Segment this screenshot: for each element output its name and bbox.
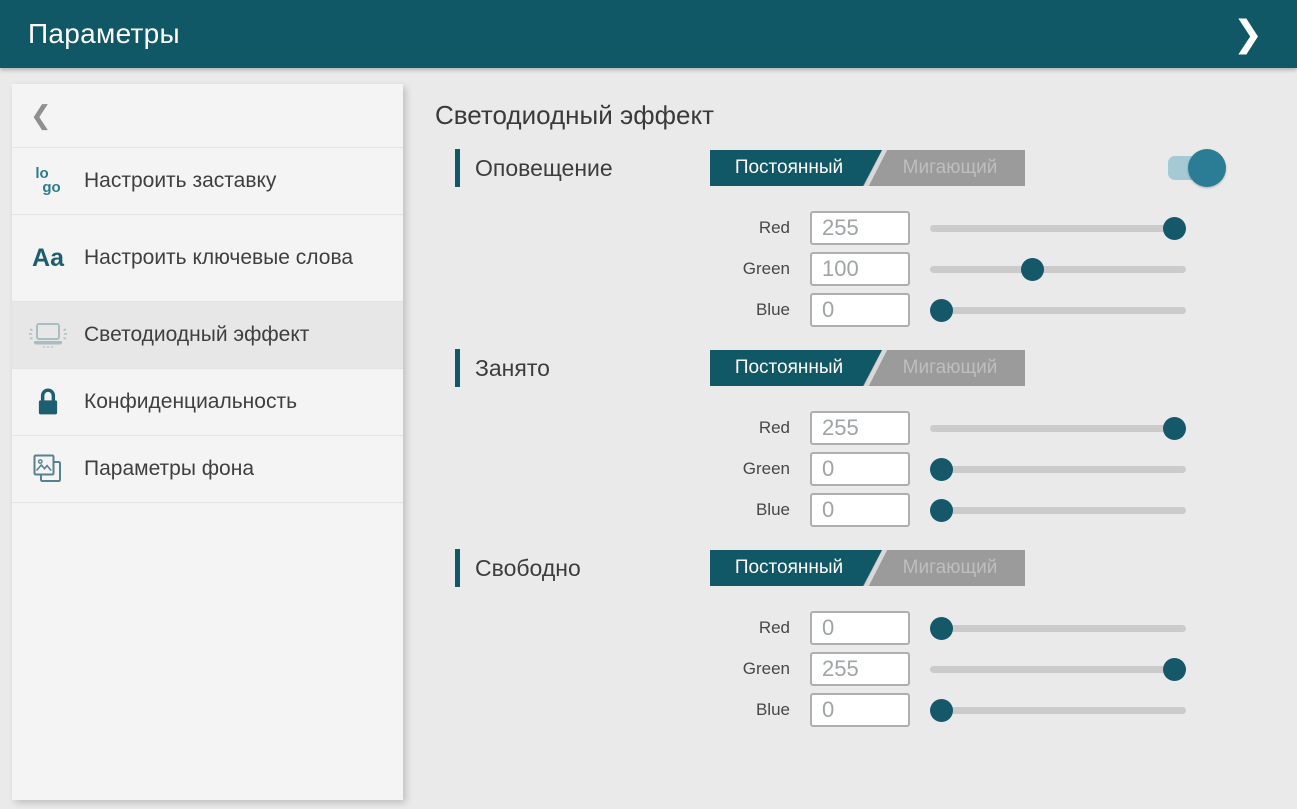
sidebar-item-label: Конфиденциальность — [84, 389, 311, 415]
slider-track — [930, 266, 1186, 273]
sidebar-item-label: Настроить заставку — [84, 168, 290, 194]
busy-green-input[interactable] — [810, 452, 910, 486]
section-accent-bar — [455, 149, 460, 187]
sidebar-item-label: Настроить ключевые слова — [84, 245, 367, 271]
red-label: Red — [435, 418, 810, 438]
slider-thumb[interactable] — [1163, 417, 1186, 440]
section-label: Занято — [475, 355, 550, 382]
alert-green-input[interactable] — [810, 252, 910, 286]
slider-thumb[interactable] — [930, 299, 953, 322]
sidebar-item-privacy[interactable]: Конфиденциальность — [12, 369, 403, 436]
alert-blue-slider[interactable] — [930, 289, 1186, 330]
free-mode-segmented-control: Мигающий Постоянный — [710, 550, 1025, 586]
logo-icon: logo — [12, 167, 84, 196]
free-blue-row: Blue — [435, 689, 1297, 730]
section-alert: Оповещение Мигающий Постоянный Red — [435, 148, 1297, 330]
switch-thumb — [1188, 149, 1226, 187]
sidebar-item-keywords[interactable]: Aa Настроить ключевые слова — [12, 215, 403, 302]
busy-blue-slider[interactable] — [930, 489, 1186, 530]
section-label: Свободно — [475, 555, 581, 582]
sidebar-item-background[interactable]: Параметры фона — [12, 436, 403, 503]
alert-blue-row: Blue — [435, 289, 1297, 330]
busy-red-input[interactable] — [810, 411, 910, 445]
busy-red-row: Red — [435, 407, 1297, 448]
sidebar-item-led-effect[interactable]: Светодиодный эффект — [12, 302, 403, 369]
alert-red-slider[interactable] — [930, 207, 1186, 248]
slider-thumb[interactable] — [930, 458, 953, 481]
free-red-slider[interactable] — [930, 607, 1186, 648]
slider-track — [930, 707, 1186, 714]
slider-thumb[interactable] — [930, 699, 953, 722]
blue-label: Blue — [435, 500, 810, 520]
section-accent-bar — [455, 549, 460, 587]
sidebar-item-label: Параметры фона — [84, 456, 268, 482]
busy-green-slider[interactable] — [930, 448, 1186, 489]
sidebar-item-label: Светодиодный эффект — [84, 322, 323, 348]
alert-mode-blinking-button[interactable]: Мигающий — [875, 150, 1025, 186]
green-label: Green — [435, 659, 810, 679]
alert-red-input[interactable] — [810, 211, 910, 245]
alert-mode-segmented-control: Мигающий Постоянный — [710, 150, 1025, 186]
busy-blue-input[interactable] — [810, 493, 910, 527]
busy-mode-constant-button[interactable]: Постоянный — [710, 350, 882, 386]
slider-track — [930, 466, 1186, 473]
page-title: Параметры — [28, 18, 180, 50]
slider-thumb[interactable] — [1021, 258, 1044, 281]
busy-blue-row: Blue — [435, 489, 1297, 530]
busy-green-row: Green — [435, 448, 1297, 489]
forward-chevron-icon[interactable]: ❯ — [1227, 0, 1269, 68]
alert-green-slider[interactable] — [930, 248, 1186, 289]
main-content: Светодиодный эффект Оповещение Мигающий … — [435, 84, 1297, 748]
alert-green-row: Green — [435, 248, 1297, 289]
slider-thumb[interactable] — [1163, 658, 1186, 681]
slider-track — [930, 666, 1186, 673]
section-accent-bar — [455, 349, 460, 387]
content-title: Светодиодный эффект — [435, 100, 1297, 131]
green-label: Green — [435, 459, 810, 479]
sidebar-item-splash-screen[interactable]: logo Настроить заставку — [12, 148, 403, 215]
lock-icon — [12, 387, 84, 417]
slider-track — [930, 425, 1186, 432]
free-mode-blinking-button[interactable]: Мигающий — [875, 550, 1025, 586]
busy-mode-segmented-control: Мигающий Постоянный — [710, 350, 1025, 386]
images-icon — [12, 453, 84, 485]
free-mode-constant-button[interactable]: Постоянный — [710, 550, 882, 586]
red-label: Red — [435, 618, 810, 638]
alert-mode-constant-button[interactable]: Постоянный — [710, 150, 882, 186]
free-green-row: Green — [435, 648, 1297, 689]
free-red-row: Red — [435, 607, 1297, 648]
alert-red-row: Red — [435, 207, 1297, 248]
blue-label: Blue — [435, 300, 810, 320]
slider-track — [930, 225, 1186, 232]
slider-thumb[interactable] — [930, 617, 953, 640]
sidebar-back-button[interactable]: ❮ — [12, 84, 403, 148]
busy-red-slider[interactable] — [930, 407, 1186, 448]
alert-enable-switch[interactable] — [1168, 156, 1214, 180]
busy-mode-blinking-button[interactable]: Мигающий — [875, 350, 1025, 386]
free-blue-input[interactable] — [810, 693, 910, 727]
app-header: Параметры ❯ — [0, 0, 1297, 68]
free-green-slider[interactable] — [930, 648, 1186, 689]
section-busy: Занято Мигающий Постоянный Red Green — [435, 348, 1297, 530]
monitor-icon — [12, 320, 84, 350]
slider-track — [930, 307, 1186, 314]
slider-track — [930, 507, 1186, 514]
back-chevron-icon: ❮ — [30, 100, 52, 131]
free-blue-slider[interactable] — [930, 689, 1186, 730]
sidebar: ❮ logo Настроить заставку Aa Настроить к… — [12, 84, 403, 800]
free-green-input[interactable] — [810, 652, 910, 686]
red-label: Red — [435, 218, 810, 238]
green-label: Green — [435, 259, 810, 279]
slider-thumb[interactable] — [1163, 217, 1186, 240]
section-free: Свободно Мигающий Постоянный Red Green — [435, 548, 1297, 730]
free-red-input[interactable] — [810, 611, 910, 645]
keywords-icon: Aa — [12, 244, 84, 273]
alert-blue-input[interactable] — [810, 293, 910, 327]
slider-track — [930, 625, 1186, 632]
slider-thumb[interactable] — [930, 499, 953, 522]
section-label: Оповещение — [475, 155, 613, 182]
blue-label: Blue — [435, 700, 810, 720]
